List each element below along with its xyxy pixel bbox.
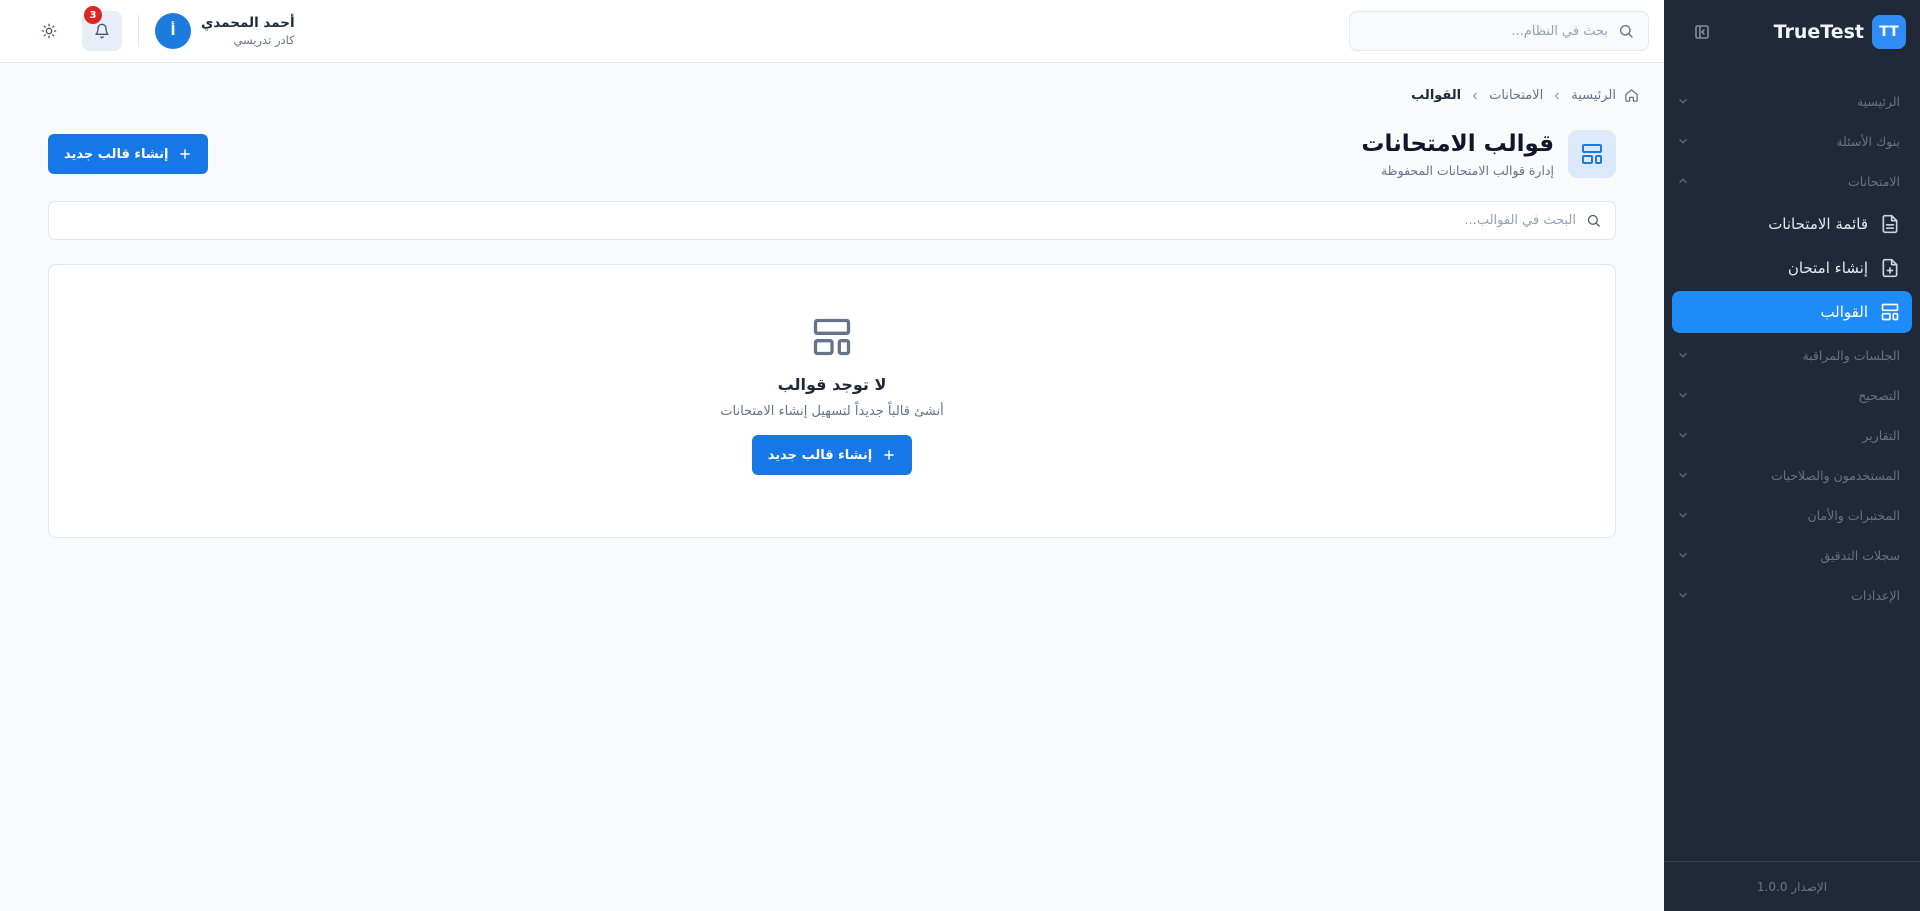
chevron-down-icon	[1679, 432, 1687, 438]
sidebar-group-label: التقارير	[1862, 427, 1900, 443]
sidebar-item-label: إنشاء امتحان	[1787, 259, 1868, 277]
sidebar-group-exams[interactable]: الامتحانات	[1664, 161, 1920, 201]
sidebar-group-label: الرئيسية	[1856, 93, 1900, 109]
sidebar-group-label: المختبرات والأمان	[1807, 507, 1900, 523]
sidebar-item-label: قائمة الامتحانات	[1768, 215, 1868, 233]
chevron-up-icon	[1679, 178, 1687, 184]
sidebar-group-label: سجلات التدقيق	[1820, 547, 1900, 563]
notification-badge: 3	[84, 6, 102, 24]
page-title: قوالب الامتحانات	[1361, 130, 1554, 157]
chevron-down-icon	[1679, 512, 1687, 518]
version-label: الإصدار 1.0.0	[1756, 879, 1828, 894]
empty-state-subtitle: أنشئ قالباً جديداً لتسهيل إنشاء الامتحان…	[720, 404, 944, 419]
avatar[interactable]: أ	[155, 13, 191, 49]
sidebar-group-audit-logs[interactable]: سجلات التدقيق	[1664, 535, 1920, 575]
sidebar-header: TT TrueTest	[1664, 0, 1920, 63]
sidebar-group-settings[interactable]: الإعدادات	[1664, 575, 1920, 615]
sidebar-group-grading[interactable]: التصحيح	[1664, 375, 1920, 415]
file-plus-icon	[1880, 258, 1900, 278]
breadcrumb: الرئيسية الامتحانات القوالب	[48, 88, 1639, 103]
chevron-down-icon	[1679, 592, 1687, 598]
topbar-actions: أحمد المحمدي كادر تدريسي أ 3	[32, 6, 295, 51]
brand[interactable]: TT TrueTest	[1773, 14, 1906, 49]
plus-icon	[178, 147, 192, 161]
sidebar-item-exam-list[interactable]: قائمة الامتحانات	[1672, 203, 1912, 245]
file-text-icon	[1880, 214, 1900, 234]
user-menu[interactable]: أحمد المحمدي كادر تدريسي أ	[155, 13, 295, 49]
sidebar-group-question-banks[interactable]: بنوك الأسئلة	[1664, 121, 1920, 161]
sidebar-group-label: بنوك الأسئلة	[1836, 133, 1900, 149]
layout-template-icon	[1880, 302, 1900, 322]
sidebar-item-create-exam[interactable]: إنشاء امتحان	[1672, 247, 1912, 289]
chevron-down-icon	[1679, 392, 1687, 398]
sidebar-item-templates[interactable]: القوالب	[1672, 291, 1912, 333]
notifications-button[interactable]: 3	[82, 6, 122, 51]
chevron-down-icon	[1679, 138, 1687, 144]
breadcrumb-current: القوالب	[1411, 88, 1462, 103]
chevron-down-icon	[1679, 98, 1687, 104]
global-search-input[interactable]: بحث في النظام...	[1349, 11, 1649, 51]
user-role: كادر تدريسي	[233, 33, 295, 47]
topbar: بحث في النظام... أحمد المحمدي كادر تدريس…	[0, 0, 1664, 63]
page-subtitle: إدارة قوالب الامتحانات المحفوظة	[1380, 162, 1554, 178]
main-content: الرئيسية الامتحانات القوالب قوالب الامتح…	[0, 63, 1664, 911]
chevron-down-icon	[1679, 472, 1687, 478]
page-heading-text: قوالب الامتحانات إدارة قوالب الامتحانات …	[1361, 131, 1554, 178]
search-icon	[1586, 213, 1601, 228]
brand-logo: TT	[1872, 14, 1906, 49]
sidebar-group-sessions[interactable]: الجلسات والمراقبة	[1664, 335, 1920, 375]
chevron-left-icon	[1551, 90, 1563, 102]
sidebar-item-label: القوالب	[1820, 303, 1868, 321]
create-template-button[interactable]: إنشاء قالب جديد	[48, 134, 209, 174]
search-icon	[1618, 23, 1634, 39]
template-search-input[interactable]: البحث في القوالب...	[48, 201, 1616, 240]
sidebar-group-reports[interactable]: التقارير	[1664, 415, 1920, 455]
sidebar-group-label: الامتحانات	[1847, 173, 1900, 189]
plus-icon	[882, 448, 896, 462]
bell-icon	[95, 23, 109, 39]
layout-template-icon	[810, 315, 854, 359]
breadcrumb-exams[interactable]: الامتحانات	[1489, 88, 1543, 103]
create-template-label: إنشاء قالب جديد	[64, 146, 169, 162]
sidebar-nav: الرئيسية بنوك الأسئلة الامتحانات قائمة ا…	[1664, 63, 1920, 615]
empty-state-title: لا توجد قوالب	[777, 375, 887, 394]
chevron-down-icon	[1679, 352, 1687, 358]
sidebar: TT TrueTest الرئيسية بنوك الأسئلة الامتح…	[1664, 0, 1920, 911]
user-info: أحمد المحمدي كادر تدريسي	[201, 15, 295, 47]
empty-state-card: لا توجد قوالب أنشئ قالباً جديداً لتسهيل …	[48, 264, 1616, 538]
page-heading: قوالب الامتحانات إدارة قوالب الامتحانات …	[1361, 130, 1616, 178]
breadcrumb-home[interactable]: الرئيسية	[1571, 88, 1616, 103]
sun-icon	[41, 23, 57, 39]
sidebar-group-home[interactable]: الرئيسية	[1664, 81, 1920, 121]
sidebar-footer: الإصدار 1.0.0	[1664, 861, 1920, 911]
layout-template-icon	[1568, 130, 1616, 178]
sidebar-group-users[interactable]: المستخدمون والصلاحيات	[1664, 455, 1920, 495]
user-name: أحمد المحمدي	[201, 15, 295, 31]
theme-toggle-button[interactable]	[32, 14, 66, 48]
page-header: قوالب الامتحانات إدارة قوالب الامتحانات …	[48, 130, 1616, 178]
sidebar-collapse-icon[interactable]	[1692, 22, 1712, 42]
sidebar-group-label: التصحيح	[1858, 387, 1900, 403]
sidebar-group-label: الإعدادات	[1851, 587, 1900, 603]
empty-create-template-label: إنشاء قالب جديد	[767, 447, 873, 463]
brand-name: TrueTest	[1773, 20, 1864, 43]
chevron-down-icon	[1679, 552, 1687, 558]
empty-create-template-button[interactable]: إنشاء قالب جديد	[751, 435, 913, 475]
sidebar-group-label: المستخدمون والصلاحيات	[1770, 467, 1900, 483]
chevron-left-icon	[1469, 90, 1481, 102]
global-search-placeholder: بحث في النظام...	[1511, 23, 1608, 39]
home-icon[interactable]	[1624, 88, 1639, 103]
template-search-placeholder: البحث في القوالب...	[1464, 213, 1576, 228]
sidebar-group-labs[interactable]: المختبرات والأمان	[1664, 495, 1920, 535]
sidebar-group-label: الجلسات والمراقبة	[1802, 347, 1900, 363]
divider	[138, 15, 139, 47]
